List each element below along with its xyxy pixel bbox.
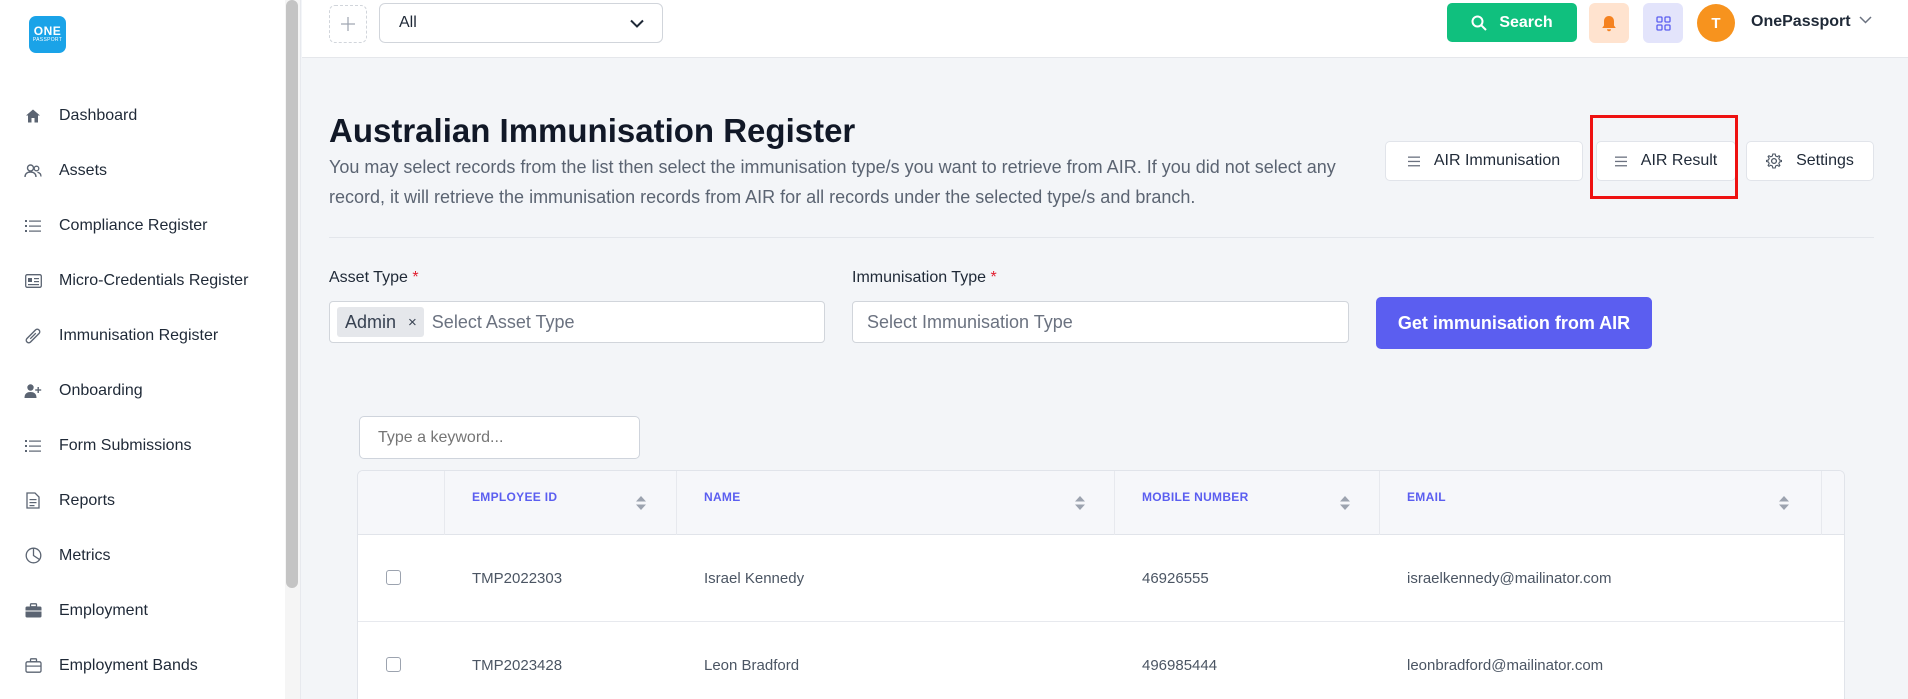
asset-type-tag: Admin × <box>337 307 424 337</box>
document-icon <box>24 492 42 510</box>
keyword-search-input[interactable] <box>359 416 640 459</box>
mobile-cell: 496985444 <box>1142 657 1218 674</box>
id-card-icon <box>24 272 42 290</box>
briefcase-outline-icon <box>24 657 42 675</box>
sidebar-item-employment-bands[interactable]: Employment Bands <box>0 638 285 693</box>
sidebar-item-label: Form Submissions <box>59 436 192 454</box>
row-checkbox[interactable] <box>386 657 401 672</box>
sidebar-item-label: Immunisation Register <box>59 326 219 344</box>
sidebar-item-label: Employment <box>59 601 148 619</box>
filter-select[interactable]: All <box>379 3 663 43</box>
sidebar-item-micro-credentials-register[interactable]: Micro-Credentials Register <box>0 253 285 308</box>
email-cell: leonbradford@mailinator.com <box>1407 657 1604 674</box>
asset-type-label: Asset Type * <box>329 269 419 286</box>
onepassport-logo[interactable]: ONE PASSPORT <box>29 16 66 53</box>
name-cell: Israel Kennedy <box>704 570 805 587</box>
sort-icon[interactable] <box>1074 495 1086 511</box>
sidebar-item-employment[interactable]: Employment <box>0 583 285 638</box>
column-header-mobile-number[interactable]: MOBILE NUMBER <box>1115 471 1380 535</box>
sidebar-item-label: Onboarding <box>59 381 143 399</box>
column-header-email[interactable]: EMAIL <box>1380 471 1822 535</box>
row-checkbox[interactable] <box>386 570 401 585</box>
section-divider <box>329 237 1874 238</box>
sidebar-item-label: Reports <box>59 491 116 509</box>
grid-icon <box>1655 15 1671 31</box>
top-bar: All Search T OnePassport <box>302 0 1908 58</box>
search-button-label: Search <box>1499 13 1553 31</box>
menu-lines-icon <box>1614 156 1627 166</box>
list-icon <box>24 437 42 455</box>
add-button[interactable] <box>329 5 367 43</box>
search-button[interactable]: Search <box>1447 3 1577 42</box>
get-immunisation-button[interactable]: Get immunisation from AIR <box>1376 297 1652 349</box>
page-description: You may select records from the list the… <box>329 157 1336 207</box>
users-icon <box>24 162 42 180</box>
table-row[interactable]: TMP2023428 Leon Bradford 496985444 leonb… <box>358 622 1844 699</box>
gear-icon <box>1766 153 1783 169</box>
sidebar-scrollbar-thumb[interactable] <box>286 0 298 588</box>
employee-id-cell: TMP2023428 <box>472 657 563 674</box>
sidebar-item-label: Micro-Credentials Register <box>59 271 249 289</box>
home-icon <box>24 107 42 125</box>
settings-button[interactable]: Settings <box>1746 141 1874 181</box>
sort-icon[interactable] <box>1339 495 1351 511</box>
sidebar-item-label: Metrics <box>59 546 111 564</box>
header-checkbox-column <box>358 471 445 535</box>
sort-icon[interactable] <box>1778 495 1790 511</box>
table-header: EMPLOYEE ID NAME MOBILE NUMBER EMAIL <box>358 471 1844 535</box>
notifications-button[interactable] <box>1589 3 1629 43</box>
menu-lines-icon <box>1407 156 1420 166</box>
sidebar-item-onboarding[interactable]: Onboarding <box>0 363 285 418</box>
sidebar-item-reports[interactable]: Reports <box>0 473 285 528</box>
sort-icon[interactable] <box>635 495 647 511</box>
plus-icon <box>341 17 355 31</box>
air-immunisation-button[interactable]: AIR Immunisation <box>1385 141 1583 181</box>
sidebar-item-label: Assets <box>59 161 108 179</box>
sidebar-item-assets[interactable]: Assets <box>0 143 285 198</box>
chevron-down-icon[interactable] <box>1859 16 1872 24</box>
bell-icon <box>1602 15 1616 31</box>
pill-icon <box>24 327 42 345</box>
records-table: EMPLOYEE ID NAME MOBILE NUMBER EMAIL TMP… <box>357 470 1845 699</box>
sidebar-item-form-submissions[interactable]: Form Submissions <box>0 418 285 473</box>
table-row[interactable]: TMP2022303 Israel Kennedy 46926555 israe… <box>358 535 1844 622</box>
column-header-employee-id[interactable]: EMPLOYEE ID <box>445 471 677 535</box>
immunisation-type-label: Immunisation Type * <box>852 269 997 286</box>
sidebar-item-metrics[interactable]: Metrics <box>0 528 285 583</box>
sidebar-item-label: Compliance Register <box>59 216 208 234</box>
user-name[interactable]: OnePassport <box>1751 13 1851 31</box>
asset-type-select[interactable]: Admin × Select Asset Type <box>329 301 825 343</box>
immunisation-type-placeholder: Select Immunisation Type <box>867 311 1073 332</box>
user-plus-icon <box>24 382 42 400</box>
mobile-cell: 46926555 <box>1142 570 1209 587</box>
email-cell: israelkennedy@mailinator.com <box>1407 570 1612 587</box>
air-result-button[interactable]: AIR Result <box>1596 141 1736 181</box>
pie-chart-icon <box>24 547 42 565</box>
filter-select-value: All <box>399 14 417 31</box>
page-title: Australian Immunisation Register <box>329 112 856 149</box>
list-icon <box>24 217 42 235</box>
remove-tag-icon[interactable]: × <box>408 314 417 331</box>
column-header-name[interactable]: NAME <box>677 471 1115 535</box>
briefcase-icon <box>24 602 42 620</box>
name-cell: Leon Bradford <box>704 657 800 674</box>
sidebar-item-dashboard[interactable]: Dashboard <box>0 88 285 143</box>
apps-grid-button[interactable] <box>1643 3 1683 43</box>
chevron-down-icon <box>630 19 644 28</box>
immunisation-type-select[interactable]: Select Immunisation Type <box>852 301 1349 343</box>
employee-id-cell: TMP2022303 <box>472 570 563 587</box>
sidebar-nav: Dashboard Assets Compliance Register Mic… <box>0 88 285 693</box>
asset-type-placeholder: Select Asset Type <box>431 311 575 332</box>
sidebar-item-label: Employment Bands <box>59 656 198 674</box>
search-icon <box>1471 15 1488 31</box>
sidebar-item-compliance-register[interactable]: Compliance Register <box>0 198 285 253</box>
sidebar: ONE PASSPORT Dashboard Assets Compliance… <box>0 0 285 699</box>
sidebar-item-label: Dashboard <box>59 106 138 124</box>
user-avatar[interactable]: T <box>1697 4 1735 42</box>
sidebar-item-immunisation-register[interactable]: Immunisation Register <box>0 308 285 363</box>
